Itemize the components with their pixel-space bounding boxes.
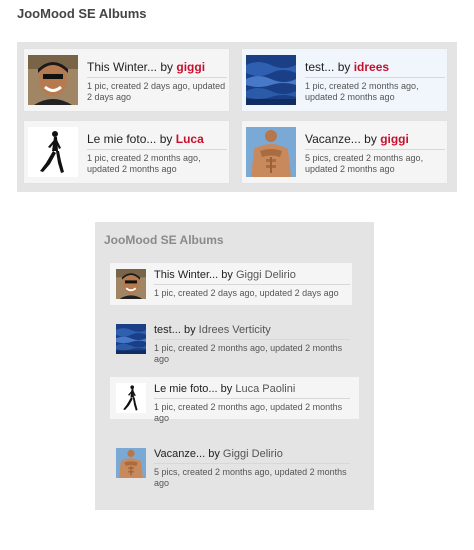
list-item[interactable]: Vacanze... by Giggi Delirio 5 pics, crea… [110, 442, 352, 490]
list-item[interactable]: Le mie foto... by Luca Paolini 1 pic, cr… [110, 377, 359, 423]
list-item[interactable]: This Winter... by Giggi Delirio 1 pic, c… [110, 263, 352, 305]
album-thumbnail[interactable] [246, 127, 296, 177]
widget-title: JooMood SE Albums [17, 6, 147, 21]
user-link[interactable]: giggi [176, 60, 205, 74]
albums-list: JooMood SE Albums This Winter... by Gigg… [95, 222, 374, 510]
album-card[interactable]: test... by idrees 1 pic, created 2 month… [241, 48, 448, 112]
album-title[interactable]: Vacanze... [154, 448, 205, 460]
album-thumbnail[interactable] [116, 324, 146, 354]
user-link[interactable]: giggi [380, 132, 409, 146]
user-link[interactable]: idrees [354, 60, 389, 74]
album-meta: 1 pic, created 2 months ago, updated 2 m… [305, 81, 419, 102]
album-thumbnail[interactable] [116, 269, 146, 299]
list-item[interactable]: test... by Idrees Verticity 1 pic, creat… [110, 318, 352, 366]
album-thumbnail[interactable] [28, 55, 78, 105]
by-label: by [364, 132, 377, 146]
album-meta: 1 pic, created 2 months ago, updated 2 m… [87, 153, 201, 174]
album-thumbnail[interactable] [116, 383, 146, 413]
album-thumbnail[interactable] [116, 448, 146, 478]
album-meta: 1 pic, created 2 months ago, updated 2 m… [154, 402, 343, 423]
album-title[interactable]: This Winter... [87, 60, 157, 74]
albums-grid: This Winter... by giggi 1 pic, created 2… [17, 42, 457, 192]
album-meta: 1 pic, created 2 months ago, updated 2 m… [154, 343, 343, 364]
user-link[interactable]: Luca Paolini [235, 383, 295, 395]
by-label: by [221, 269, 233, 281]
album-thumbnail[interactable] [246, 55, 296, 105]
album-meta: 1 pic, created 2 days ago, updated 2 day… [87, 81, 226, 102]
widget-title: JooMood SE Albums [104, 233, 224, 247]
album-card[interactable]: Le mie foto... by Luca 1 pic, created 2 … [23, 120, 230, 184]
album-title[interactable]: Le mie foto... [154, 383, 218, 395]
album-card[interactable]: This Winter... by giggi 1 pic, created 2… [23, 48, 230, 112]
by-label: by [183, 324, 196, 336]
album-meta: 5 pics, created 2 months ago, updated 2 … [154, 467, 347, 488]
album-title[interactable]: Vacanze... [305, 132, 361, 146]
user-link[interactable]: Idrees Verticity [199, 324, 271, 336]
user-link[interactable]: Giggi Delirio [236, 269, 296, 281]
album-title[interactable]: test... [154, 324, 181, 336]
by-label: by [208, 448, 220, 460]
album-title[interactable]: This Winter... [154, 269, 218, 281]
album-thumbnail[interactable] [28, 127, 78, 177]
by-label: by [337, 60, 351, 74]
by-label: by [159, 132, 173, 146]
album-title[interactable]: test... [305, 60, 334, 74]
album-meta: 5 pics, created 2 months ago, updated 2 … [305, 153, 424, 174]
by-label: by [160, 60, 174, 74]
album-title[interactable]: Le mie foto... [87, 132, 156, 146]
by-label: by [220, 383, 233, 395]
album-card[interactable]: Vacanze... by giggi 5 pics, created 2 mo… [241, 120, 448, 184]
user-link[interactable]: Giggi Delirio [223, 448, 283, 460]
user-link[interactable]: Luca [176, 132, 204, 146]
album-meta: 1 pic, created 2 days ago, updated 2 day… [154, 288, 339, 298]
